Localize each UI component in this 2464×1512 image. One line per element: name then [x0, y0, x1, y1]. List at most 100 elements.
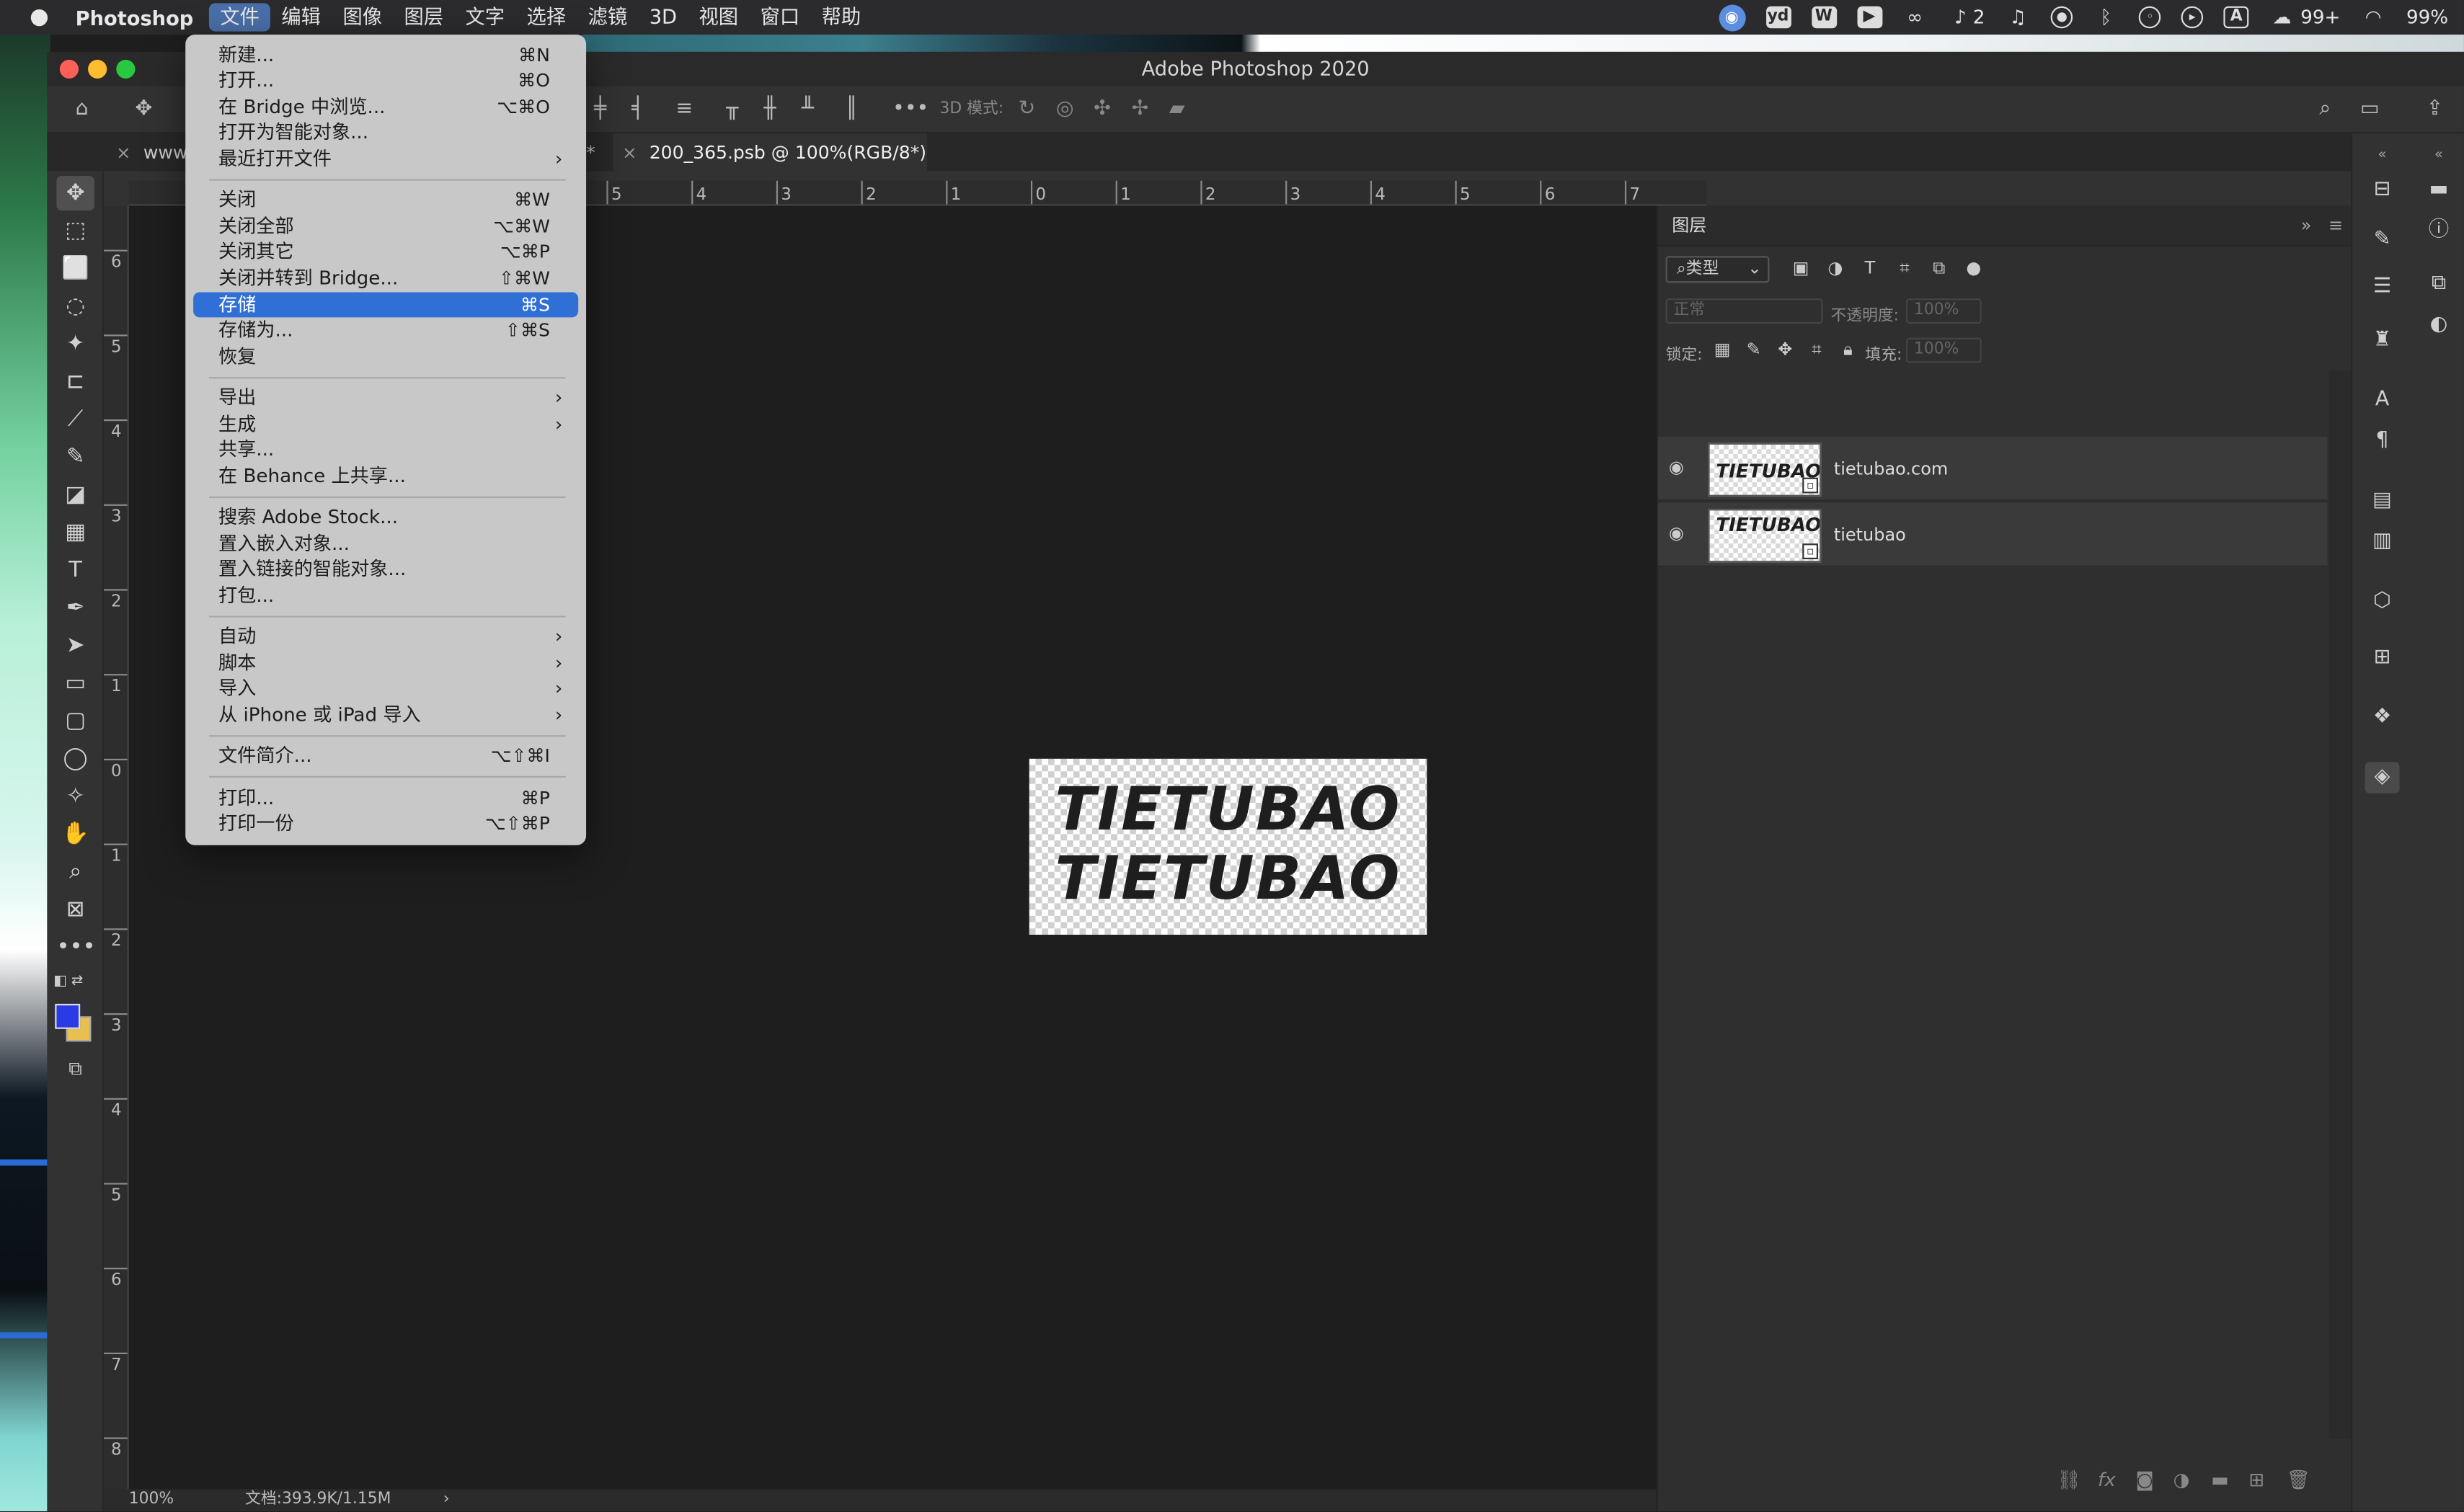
menu-item-save-as[interactable]: 存储为... ⇧⌘S	[193, 317, 578, 342]
menu-item-share-behance[interactable]: 在 Behance 上共享...	[193, 463, 578, 489]
shield-icon[interactable]: ●	[2051, 6, 2073, 29]
menu-3d[interactable]: 3D	[638, 0, 688, 35]
menu-view[interactable]: 视图	[688, 0, 749, 35]
menu-item-search-stock[interactable]: 搜索 Adobe Stock...	[193, 504, 578, 530]
search-icon[interactable]: ⌕	[2319, 97, 2331, 123]
align-top-icon[interactable]: ╥	[726, 97, 738, 123]
adjustment-layer-icon[interactable]: ◑	[2173, 1469, 2190, 1491]
wifi-icon[interactable]: ◠	[2361, 6, 2386, 29]
brush-settings-icon[interactable]: ✎	[2365, 225, 2400, 257]
menu-layer[interactable]: 图层	[393, 0, 454, 35]
blend-mode-select[interactable]: 正常	[1665, 298, 1823, 324]
home-icon[interactable]: ⌂	[76, 97, 89, 123]
filter-toggle-icon[interactable]: ●	[1963, 257, 1985, 280]
add-mask-icon[interactable]: ◙	[2135, 1469, 2153, 1491]
filter-type-icon[interactable]: T	[1859, 257, 1882, 280]
edit-toolbar-icon[interactable]: •••	[56, 930, 95, 964]
3d-panel-icon[interactable]: ⬡	[2365, 586, 2400, 618]
tab-active-document[interactable]: ×200_365.psb @ 100%(RGB/8*) *	[613, 133, 928, 203]
menu-item-browse-bridge[interactable]: 在 Bridge 中浏览... ⌥⌘O	[193, 94, 578, 120]
default-colors-icon[interactable]: ◧ ⇄	[53, 974, 83, 990]
collapse-dock-icon[interactable]: «	[2421, 140, 2456, 172]
layer-style-fx-icon[interactable]: fx	[2098, 1469, 2116, 1491]
frame-tool-icon[interactable]: ⊠	[56, 892, 94, 927]
clone-source-icon[interactable]: ♜	[2365, 325, 2400, 357]
menu-item-package[interactable]: 打包...	[193, 583, 578, 608]
new-group-icon[interactable]: ▬	[2211, 1469, 2229, 1491]
zoom-tool-icon[interactable]: ⌕	[56, 855, 94, 889]
menu-item-new[interactable]: 新建... ⌘N	[193, 43, 578, 68]
battery-percent[interactable]: 99%	[2406, 6, 2448, 29]
marquee-tool-icon[interactable]: ⬜	[56, 252, 94, 286]
menu-filter[interactable]: 滤镜	[577, 0, 638, 35]
close-tab-icon[interactable]: ×	[116, 143, 130, 163]
screen-mode-icon[interactable]: ⧉	[56, 1051, 94, 1085]
history-icon[interactable]: ⧉	[2421, 269, 2456, 301]
3d-slide-icon[interactable]: ✢	[1131, 97, 1148, 123]
character-icon[interactable]: A	[2365, 385, 2400, 417]
eraser-tool-icon[interactable]: ◪	[56, 478, 94, 512]
rulers-icon[interactable]: ▬	[2421, 174, 2456, 206]
move-tool-preset-icon[interactable]: ✥	[135, 97, 152, 123]
wechat-icon[interactable]: ☁ 99+	[2269, 6, 2340, 29]
menu-file[interactable]: 文件	[209, 3, 271, 32]
share-icon[interactable]: ⇪	[2427, 97, 2444, 123]
panel-menu-icon[interactable]: ≡	[2328, 206, 2343, 247]
menu-item-close-go-bridge[interactable]: 关闭并转到 Bridge... ⇧⌘W	[193, 265, 578, 290]
menu-item-generate[interactable]: 生成 ›	[193, 412, 578, 437]
libraries-icon[interactable]: ⊟	[2365, 174, 2400, 206]
close-window-button[interactable]	[59, 59, 79, 79]
menu-item-print[interactable]: 打印... ⌘P	[193, 786, 578, 811]
menu-item-place-embedded[interactable]: 置入嵌入对象...	[193, 531, 578, 556]
layer-row[interactable]: ◉ TIETUBAO ▫ tietubao	[1657, 502, 2328, 567]
menu-item-close[interactable]: 关闭 ⌘W	[193, 187, 578, 212]
align-right-icon[interactable]: ╡	[631, 97, 644, 123]
move-tool-icon[interactable]: ✥	[56, 176, 94, 211]
custom-shape-icon[interactable]: ✧	[56, 779, 94, 814]
menu-type[interactable]: 文字	[454, 0, 515, 35]
align-bottom-icon[interactable]: ╨	[802, 97, 814, 123]
filter-adjustment-icon[interactable]: ◑	[1825, 257, 1847, 280]
path-select-icon[interactable]: ➤	[56, 628, 94, 663]
menu-item-recent-files[interactable]: 最近打开文件 ›	[193, 146, 578, 172]
menu-item-import[interactable]: 导入 ›	[193, 675, 578, 701]
creative-cloud-icon[interactable]: ∞	[1902, 6, 1928, 29]
workspace-icon[interactable]: ▭	[2360, 97, 2380, 123]
play-circle-icon[interactable]: ▸	[2181, 6, 2204, 29]
rounded-rect-tool-icon[interactable]: ▢	[56, 704, 94, 739]
pen-tool-icon[interactable]: ✒	[56, 591, 94, 626]
ellipse-tool-icon[interactable]: ◯	[56, 742, 94, 776]
glyphs-icon[interactable]: ▥	[2365, 526, 2400, 558]
menu-item-open[interactable]: 打开... ⌘O	[193, 68, 578, 93]
menu-window[interactable]: 窗口	[749, 0, 810, 35]
rectangle-tool-icon[interactable]: ▭	[56, 666, 94, 701]
paragraph-icon[interactable]: ¶	[2365, 426, 2400, 458]
align-middle-icon[interactable]: ╫	[763, 97, 776, 123]
layer-name[interactable]: tietubao	[1834, 525, 1906, 545]
notes-icon[interactable]: ▤	[2365, 486, 2400, 517]
filter-pixel-icon[interactable]: ▣	[1790, 257, 1812, 280]
gradient-tool-icon[interactable]: ▦	[56, 515, 94, 550]
opacity-input[interactable]: 100%	[1906, 298, 1982, 324]
3d-rotate-icon[interactable]: ↻	[1019, 97, 1036, 123]
artboard-tool-icon[interactable]: ⬚	[56, 213, 94, 248]
3d-drag-icon[interactable]: ✣	[1094, 97, 1111, 123]
menu-item-print-one[interactable]: 打印一份 ⌥⇧⌘P	[193, 811, 578, 836]
visibility-eye-icon[interactable]: ◉	[1669, 523, 1684, 543]
bell-icon[interactable]: ♫	[2006, 6, 2031, 29]
menu-item-place-linked[interactable]: 置入链接的智能对象...	[193, 556, 578, 582]
brush-tool-icon[interactable]: ✎	[56, 440, 94, 474]
lock-all-icon[interactable]: 🔒︎	[1837, 339, 1859, 362]
more-options-icon[interactable]: •••	[892, 97, 929, 123]
3d-camera-icon[interactable]: ▰	[1169, 97, 1185, 123]
adjustments-icon[interactable]: ☰	[2365, 272, 2400, 303]
filter-shape-icon[interactable]: ⌗	[1894, 257, 1916, 280]
align-center-icon[interactable]: ╪	[594, 97, 606, 123]
bluetooth-icon[interactable]: ᛒ	[2093, 6, 2119, 29]
distribute-vertical-icon[interactable]: ║	[846, 97, 858, 123]
menu-item-file-info[interactable]: 文件简介... ⌥⇧⌘I	[193, 743, 578, 768]
tables-icon[interactable]: ⊞	[2365, 643, 2400, 675]
layer-name[interactable]: tietubao.com	[1834, 459, 1948, 479]
delete-layer-icon[interactable]: 🗑︎	[2287, 1469, 2310, 1491]
minimize-window-button[interactable]	[88, 59, 107, 79]
